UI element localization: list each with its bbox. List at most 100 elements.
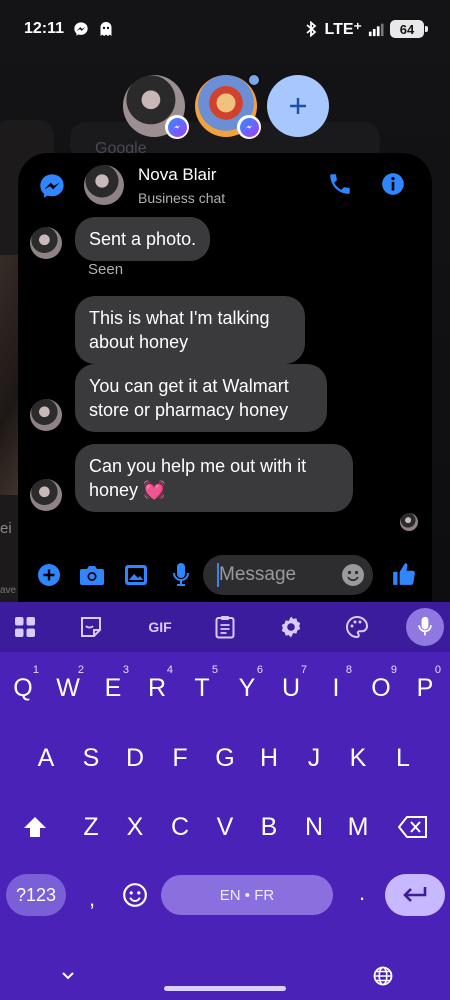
key-x[interactable]: X xyxy=(115,801,155,853)
key-j[interactable]: J xyxy=(294,732,334,784)
key-label: Q xyxy=(13,673,33,702)
chat-head-second[interactable] xyxy=(195,73,261,139)
contact-name[interactable]: Nova Blair xyxy=(138,165,216,185)
key-label: P xyxy=(416,673,434,702)
background-text: ei xyxy=(0,520,12,537)
clipboard-icon[interactable] xyxy=(212,614,238,640)
key-hint: 1 xyxy=(32,664,39,676)
key-label: R xyxy=(147,673,167,702)
key-w[interactable]: W2 xyxy=(48,662,88,714)
key-q[interactable]: Q1 xyxy=(3,662,43,714)
key-i[interactable]: I8 xyxy=(316,662,356,714)
key-label: Y xyxy=(238,673,256,702)
messenger-badge-icon xyxy=(165,115,189,139)
key-hint: 5 xyxy=(211,664,218,676)
gallery-icon[interactable] xyxy=(123,562,149,588)
key-m[interactable]: M xyxy=(338,801,378,853)
message-bubble[interactable]: Sent a photo. xyxy=(75,217,211,261)
enter-key[interactable] xyxy=(385,874,445,916)
key-hint: 8 xyxy=(345,664,352,676)
settings-gear-icon[interactable] xyxy=(278,614,304,640)
ghost-icon xyxy=(98,21,114,37)
info-icon[interactable] xyxy=(380,171,406,197)
chat-header: Nova Blair Business chat xyxy=(18,153,432,217)
key-t[interactable]: T5 xyxy=(182,662,222,714)
plus-icon xyxy=(290,98,306,114)
key-z[interactable]: Z xyxy=(71,801,111,853)
hide-keyboard-chevron-down-icon[interactable] xyxy=(58,966,78,986)
palette-icon[interactable] xyxy=(344,614,370,640)
comma-key[interactable]: , xyxy=(82,878,102,920)
key-label: I xyxy=(332,673,340,702)
status-time: 12:11 xyxy=(24,20,65,37)
emoji-icon[interactable] xyxy=(341,563,365,587)
key-l[interactable]: L xyxy=(383,732,423,784)
key-k[interactable]: K xyxy=(338,732,378,784)
backspace-key[interactable] xyxy=(393,801,433,853)
status-right: LTE⁺ 64 xyxy=(303,19,428,39)
sticker-icon[interactable] xyxy=(78,614,104,640)
message-bubble[interactable]: You can get it at Walmart store or pharm… xyxy=(75,364,327,432)
key-hint: 6 xyxy=(256,664,263,676)
key-e[interactable]: E3 xyxy=(93,662,133,714)
unread-dot xyxy=(247,73,261,87)
emoji-key-icon[interactable] xyxy=(122,882,148,908)
thumbs-up-icon[interactable] xyxy=(391,561,417,587)
sender-avatar[interactable] xyxy=(30,227,62,259)
keyboard-bottom-bar xyxy=(0,952,450,1000)
key-u[interactable]: U7 xyxy=(271,662,311,714)
key-f[interactable]: F xyxy=(160,732,200,784)
key-p[interactable]: P0 xyxy=(405,662,445,714)
period-key[interactable]: . xyxy=(352,872,372,914)
message-bubble[interactable]: This is what I'm talking about honey xyxy=(75,296,305,364)
message-bubble[interactable]: Can you help me out with it honey 💓 xyxy=(75,444,353,512)
read-receipt-avatar xyxy=(400,513,418,531)
phone-call-icon[interactable] xyxy=(327,171,353,197)
add-chat-head-button[interactable] xyxy=(267,75,329,137)
symbols-key[interactable]: ?123 xyxy=(6,874,66,916)
key-a[interactable]: A xyxy=(26,732,66,784)
seen-label: Seen xyxy=(88,261,124,278)
shift-key[interactable] xyxy=(15,801,55,853)
message-input[interactable]: Message xyxy=(203,555,373,595)
key-y[interactable]: Y6 xyxy=(227,662,267,714)
space-key[interactable]: EN • FR xyxy=(161,875,333,915)
key-label: T xyxy=(194,673,210,702)
key-s[interactable]: S xyxy=(71,732,111,784)
chat-head-nova[interactable] xyxy=(123,75,189,139)
key-r[interactable]: R4 xyxy=(137,662,177,714)
key-b[interactable]: B xyxy=(249,801,289,853)
key-o[interactable]: O9 xyxy=(361,662,401,714)
backspace-icon xyxy=(398,816,427,838)
battery-indicator: 64 xyxy=(390,20,428,38)
key-g[interactable]: G xyxy=(205,732,245,784)
key-d[interactable]: D xyxy=(115,732,155,784)
messenger-notification-icon xyxy=(73,21,89,37)
sender-avatar[interactable] xyxy=(30,399,62,431)
apps-grid-icon[interactable] xyxy=(12,614,38,640)
key-label: E xyxy=(104,673,122,702)
key-c[interactable]: C xyxy=(160,801,200,853)
network-type: LTE⁺ xyxy=(324,21,362,38)
plus-circle-icon[interactable] xyxy=(36,562,62,588)
key-label: U xyxy=(281,673,301,702)
voice-input-button[interactable] xyxy=(406,608,444,646)
mic-icon xyxy=(418,616,432,636)
messenger-logo-icon[interactable] xyxy=(38,172,66,200)
language-globe-icon[interactable] xyxy=(373,966,393,986)
key-hint: 9 xyxy=(390,664,397,676)
keyboard-toolbar: GIF xyxy=(0,602,450,652)
microphone-icon[interactable] xyxy=(168,562,194,588)
contact-avatar[interactable] xyxy=(84,165,124,205)
camera-icon[interactable] xyxy=(79,562,105,588)
gesture-nav-bar[interactable] xyxy=(164,986,286,991)
gif-button[interactable]: GIF xyxy=(140,614,180,640)
sender-avatar[interactable] xyxy=(30,479,62,511)
key-n[interactable]: N xyxy=(294,801,334,853)
message-placeholder: Message xyxy=(219,564,297,585)
text-cursor xyxy=(217,563,219,587)
chat-heads xyxy=(123,73,329,139)
keyboard: GIF Q1 W2 E3 R4 T5 Y6 U7 I8 O9 P0 A S D … xyxy=(0,602,450,1000)
key-v[interactable]: V xyxy=(205,801,245,853)
key-h[interactable]: H xyxy=(249,732,289,784)
